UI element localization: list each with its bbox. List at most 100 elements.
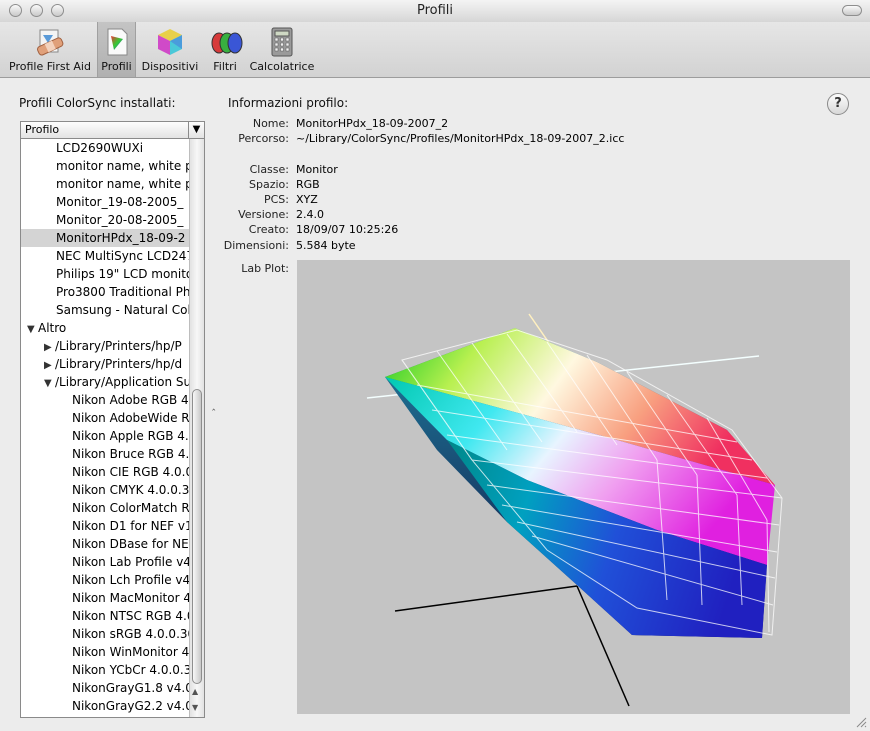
list-item[interactable]: NikonGrayG2.2 v4.0 — [21, 697, 189, 715]
profile-column-header[interactable]: Profilo ▼ — [21, 122, 204, 139]
toolbar-profili[interactable]: Profili — [97, 22, 136, 77]
list-item[interactable]: Nikon sRGB 4.0.0.30 — [21, 625, 189, 643]
toolbar-filtri[interactable]: Filtri — [206, 22, 244, 77]
profile-rows: LCD2690WUXi monitor name, white p monitor … — [21, 139, 189, 717]
toolbar-calcolatrice[interactable]: Calcolatrice — [249, 22, 315, 77]
list-item[interactable]: Nikon DBase for NEF — [21, 535, 189, 553]
list-item[interactable]: Nikon MacMonitor 4 — [21, 589, 189, 607]
list-item[interactable]: Nikon WinMonitor 4 — [21, 643, 189, 661]
list-item[interactable]: Nikon Lab Profile v4 — [21, 553, 189, 571]
list-item-label: Nikon sRGB 4.0.0.30 — [72, 627, 189, 641]
list-item-label: Nikon YCbCr 4.0.0.3 — [72, 663, 189, 677]
filters-icon — [210, 27, 243, 57]
list-item-label: /Library/Application Su — [55, 375, 189, 389]
disclosure-open-icon[interactable]: ▼ — [27, 321, 38, 337]
lab-plot-label: Lab Plot: — [241, 262, 289, 275]
list-item-label: /Library/Printers/hp/P — [55, 339, 182, 353]
list-item[interactable]: Nikon AdobeWide R — [21, 409, 189, 427]
list-item[interactable]: LCD2690WUXi — [21, 139, 189, 157]
list-item-label: Nikon DBase for NEF — [72, 537, 189, 551]
split-handle-icon[interactable]: ‸ — [212, 400, 215, 411]
scroll-down-arrow-icon[interactable]: ▼ — [192, 703, 198, 712]
field-label-creato: Creato: — [248, 223, 289, 236]
toolbar-label: Calcolatrice — [249, 60, 315, 73]
list-item[interactable]: Monitor_20-08-2005_ — [21, 211, 189, 229]
disclosure-closed-icon[interactable]: ▶ — [44, 357, 55, 373]
list-item[interactable]: MonitorHPdx_18-09-2 — [21, 229, 189, 247]
profile-icon — [102, 27, 132, 57]
list-item-label: Nikon CIE RGB 4.0.0 — [72, 465, 189, 479]
list-item-label: Nikon Apple RGB 4.0 — [72, 429, 189, 443]
field-value-dimensioni: 5.584 byte — [296, 239, 356, 252]
list-item[interactable]: Nikon CMYK 4.0.0.3 — [21, 481, 189, 499]
profile-list[interactable]: Profilo ▼ LCD2690WUXi monitor name, white… — [20, 121, 205, 718]
list-item-label: Nikon Lab Profile v4 — [72, 555, 189, 569]
installed-profiles-header: Profili ColorSync installati: — [19, 96, 176, 110]
toolbar-label: Dispositivi — [141, 60, 199, 73]
column-header-label: Profilo — [25, 123, 60, 136]
list-item[interactable]: NEC MultiSync LCD247 — [21, 247, 189, 265]
list-item-label: Pro3800 Traditional Ph — [56, 285, 189, 299]
list-item-label: NEC MultiSync LCD247 — [56, 249, 189, 263]
profile-list-scrollbar[interactable]: ▲ ▼ — [189, 139, 204, 717]
field-value-nome: MonitorHPdx_18-09-2007_2 — [296, 117, 449, 130]
list-item-label: Nikon AdobeWide R — [72, 411, 189, 425]
field-label-spazio: Spazio: — [249, 178, 289, 191]
list-item[interactable]: NikonGrayG1.8 v4.0 — [21, 679, 189, 697]
list-item[interactable]: Nikon Apple RGB 4.0 — [21, 427, 189, 445]
toolbar-label: Profile First Aid — [9, 60, 91, 73]
list-item-label: Nikon MacMonitor 4 — [72, 591, 189, 605]
field-value-creato: 18/09/07 10:25:26 — [296, 223, 399, 236]
list-item[interactable]: Nikon Adobe RGB 4. — [21, 391, 189, 409]
devices-icon — [155, 27, 185, 57]
field-value-versione: 2.4.0 — [296, 208, 324, 221]
toolbar-toggle-button[interactable] — [842, 5, 862, 16]
list-item[interactable]: monitor name, white p — [21, 157, 189, 175]
scroll-up-arrow-icon[interactable]: ▲ — [192, 687, 198, 696]
list-item[interactable]: Philips 19" LCD monito — [21, 265, 189, 283]
list-item-label: Nikon NTSC RGB 4.0 — [72, 609, 189, 623]
list-item[interactable]: Nikon ColorMatch R — [21, 499, 189, 517]
list-item[interactable]: Pro3800 Traditional Ph — [21, 283, 189, 301]
toolbar-label: Filtri — [213, 60, 237, 73]
toolbar-profile-first-aid[interactable]: Profile First Aid — [4, 22, 96, 77]
list-item[interactable]: ▶/Library/Printers/hp/d — [21, 355, 189, 373]
list-item-label: Nikon Lch Profile v4 — [72, 573, 189, 587]
list-item-label: Philips 19" LCD monito — [56, 267, 189, 281]
list-item[interactable]: ▼ Altro — [21, 319, 189, 337]
disclosure-open-icon[interactable]: ▼ — [44, 375, 55, 391]
field-value-percorso: ~/Library/ColorSync/Profiles/MonitorHPdx… — [296, 132, 625, 145]
field-label-nome: Nome: — [252, 117, 289, 130]
list-item[interactable]: Nikon Lch Profile v4 — [21, 571, 189, 589]
list-item[interactable]: Monitor_19-08-2005_ — [21, 193, 189, 211]
list-item-label: Nikon CMYK 4.0.0.3 — [72, 483, 189, 497]
list-item-label: Monitor_19-08-2005_ — [56, 195, 184, 209]
profile-info-header: Informazioni profilo: — [228, 96, 349, 110]
toolbar-dispositivi[interactable]: Dispositivi — [139, 22, 201, 77]
list-item[interactable]: Samsung - Natural Col — [21, 301, 189, 319]
field-label-versione: Versione: — [238, 208, 289, 221]
disclosure-closed-icon[interactable]: ▶ — [44, 339, 55, 355]
field-label-pcs: PCS: — [263, 193, 289, 206]
list-item[interactable]: Nikon YCbCr 4.0.0.3 — [21, 661, 189, 679]
help-button[interactable]: ? — [827, 93, 849, 115]
list-item-label: Monitor_20-08-2005_ — [56, 213, 184, 227]
list-item-label: MonitorHPdx_18-09-2 — [56, 231, 186, 245]
list-item[interactable]: ▼/Library/Application Su — [21, 373, 189, 391]
list-item-label: Altro — [38, 321, 67, 335]
scrollbar-thumb[interactable] — [192, 389, 202, 684]
resize-grip-icon[interactable] — [855, 716, 867, 728]
field-value-classe: Monitor — [296, 163, 338, 176]
list-item-label: NikonGrayG1.8 v4.0 — [72, 681, 189, 695]
list-item[interactable]: Nikon D1 for NEF v1 — [21, 517, 189, 535]
list-item[interactable]: ▶/Library/Printers/hp/P — [21, 337, 189, 355]
list-item-label: monitor name, white p — [56, 177, 189, 191]
list-item[interactable]: Nikon Bruce RGB 4.0 — [21, 445, 189, 463]
lab-plot-view[interactable] — [297, 260, 850, 714]
list-item-label: monitor name, white p — [56, 159, 189, 173]
list-item[interactable]: Nikon CIE RGB 4.0.0 — [21, 463, 189, 481]
sort-arrow-icon[interactable]: ▼ — [188, 122, 204, 138]
list-item[interactable]: monitor name, white p — [21, 175, 189, 193]
list-item[interactable]: Nikon NTSC RGB 4.0 — [21, 607, 189, 625]
content-area: Profili ColorSync installati: Profilo ▼ … — [0, 78, 870, 731]
